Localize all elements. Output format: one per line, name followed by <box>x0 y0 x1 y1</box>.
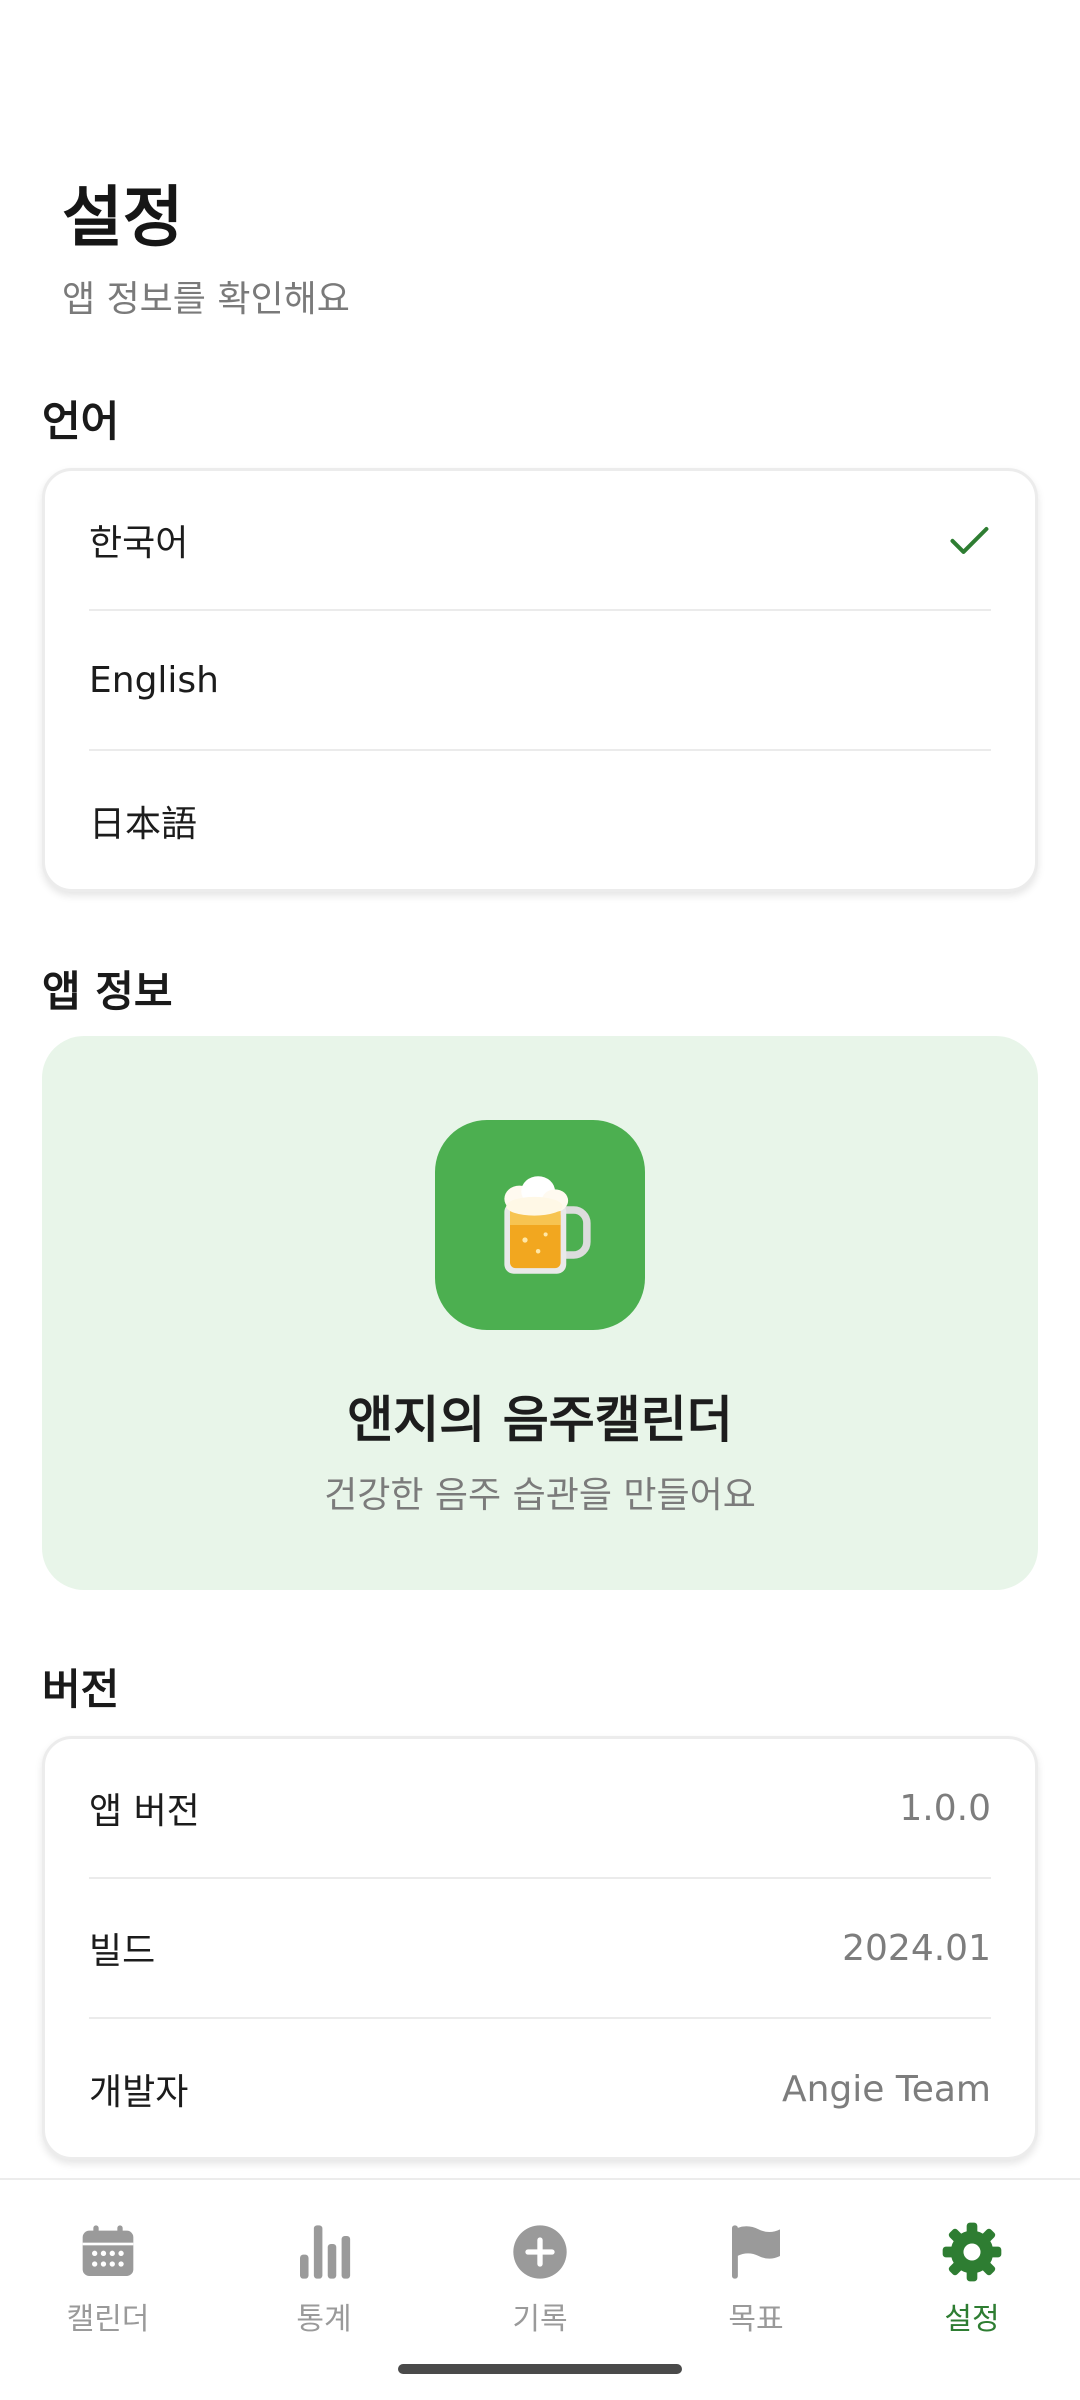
nav-item-stats[interactable]: 통계 <box>216 2220 432 2338</box>
check-icon <box>950 526 989 554</box>
version-card: 앱 버전 1.0.0 빌드 2024.01 개발자 Angie Team <box>42 1736 1038 2160</box>
nav-label: 통계 <box>296 2302 352 2337</box>
version-row-value: 1.0.0 <box>899 1787 991 1829</box>
nav-item-settings[interactable]: 설정 <box>864 2220 1080 2338</box>
language-option-korean[interactable]: 한국어 <box>89 471 991 611</box>
flag-icon <box>732 2225 780 2279</box>
language-option-japanese[interactable]: 日本語 <box>89 751 991 891</box>
nav-item-calendar[interactable]: 캘린더 <box>0 2220 216 2338</box>
language-option-english[interactable]: English <box>89 611 991 751</box>
nav-item-goal[interactable]: 목표 <box>648 2220 864 2338</box>
header: 설정 앱 정보를 확인해요 <box>62 178 350 322</box>
version-row-app-version: 앱 버전 1.0.0 <box>89 1739 991 1879</box>
version-row-label: 개발자 <box>89 2072 189 2113</box>
version-row-value: Angie Team <box>781 2068 991 2110</box>
bar-chart-icon <box>300 2225 351 2279</box>
version-row-build: 빌드 2024.01 <box>89 1879 991 2019</box>
home-indicator[interactable] <box>398 2364 682 2374</box>
language-option-label: 日本語 <box>89 804 198 845</box>
version-row-value: 2024.01 <box>842 1927 991 1969</box>
language-option-label: 한국어 <box>89 523 189 564</box>
app-info-section-title: 앱 정보 <box>42 967 173 1016</box>
app-info-card: 앤지의 음주캘린더 건강한 음주 습관을 만들어요 <box>42 1036 1038 1590</box>
nav-label: 설정 <box>944 2302 1000 2337</box>
app-tagline: 건강한 음주 습관을 만들어요 <box>324 1475 756 1516</box>
calendar-icon <box>82 2225 134 2276</box>
version-section-title: 버전 <box>42 1665 120 1714</box>
settings-screen: 설정 앱 정보를 확인해요 언어 한국어 English 日本語 앱 정보 앤지… <box>0 0 1080 2400</box>
language-section-title: 언어 <box>42 397 120 446</box>
app-icon <box>435 1120 645 1330</box>
version-row-developer: 개발자 Angie Team <box>89 2019 991 2159</box>
version-row-label: 앱 버전 <box>89 1791 200 1832</box>
beer-mug-icon <box>504 1176 591 1274</box>
nav-label: 목표 <box>728 2302 784 2337</box>
nav-item-record[interactable]: 기록 <box>432 2220 648 2338</box>
language-card: 한국어 English 日本語 <box>42 468 1038 892</box>
app-name: 앤지의 음주캘린더 <box>347 1391 733 1449</box>
nav-label: 캘린더 <box>66 2302 150 2337</box>
language-option-label: English <box>89 659 219 701</box>
page-title: 설정 <box>62 179 184 256</box>
gear-icon <box>942 2222 1002 2282</box>
version-row-label: 빌드 <box>89 1931 156 1972</box>
add-circle-icon <box>513 2225 567 2279</box>
nav-label: 기록 <box>512 2302 568 2337</box>
page-subtitle: 앱 정보를 확인해요 <box>62 279 350 320</box>
